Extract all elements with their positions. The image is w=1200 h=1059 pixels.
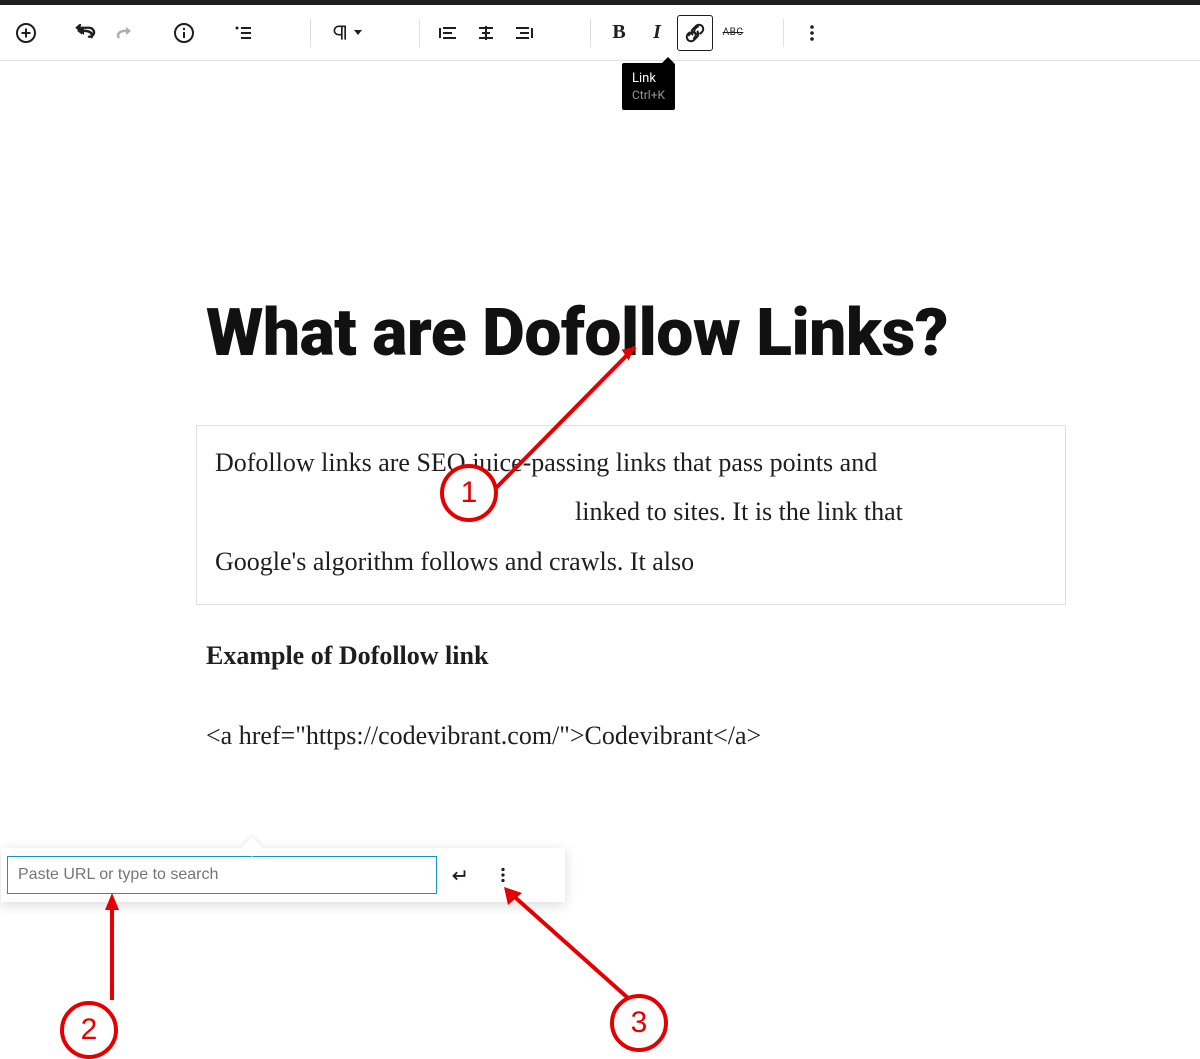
annotation-circle-1: 1	[440, 464, 498, 522]
annotation-circle-3: 3	[610, 994, 668, 1052]
annotation-circle-2: 2	[60, 1001, 118, 1059]
link-url-input[interactable]	[7, 856, 437, 894]
editor-canvas: What are Dofollow Links? Dofollow links …	[0, 291, 1200, 751]
strikethrough-label: ABC	[723, 27, 744, 38]
link-tooltip: Link Ctrl+K	[622, 63, 675, 110]
enter-icon	[448, 864, 470, 886]
annotation-number: 1	[440, 464, 498, 522]
toolbar-separator	[783, 19, 784, 47]
block-nav-button[interactable]	[226, 15, 262, 51]
annotation-number: 3	[610, 994, 668, 1052]
bold-button[interactable]: B	[601, 15, 637, 51]
paragraph-block-button[interactable]	[321, 15, 371, 51]
toolbar-separator	[590, 19, 591, 47]
info-button[interactable]	[166, 15, 202, 51]
strikethrough-button[interactable]: ABC	[715, 15, 751, 51]
chevron-down-icon	[354, 30, 362, 35]
more-vertical-icon	[800, 21, 824, 45]
italic-button[interactable]: I	[639, 15, 675, 51]
link-url-popover	[1, 848, 565, 902]
tooltip-title: Link	[632, 71, 665, 86]
editor-toolbar: B I ABC	[0, 5, 1200, 61]
align-right-button[interactable]	[506, 15, 542, 51]
subheading-block[interactable]: Example of Dofollow link	[206, 641, 1200, 671]
link-button[interactable]	[677, 15, 713, 51]
paragraph-line: Google's algorithm follows and crawls. I…	[215, 537, 1047, 586]
add-block-button[interactable]	[8, 15, 44, 51]
link-icon	[683, 21, 707, 45]
undo-button[interactable]	[68, 15, 104, 51]
annotation-arrow	[490, 331, 670, 501]
align-left-button[interactable]	[430, 15, 466, 51]
toolbar-separator	[419, 19, 420, 47]
code-example-block[interactable]: <a href="https://codevibrant.com/">Codev…	[206, 721, 1200, 751]
annotation-arrow	[95, 888, 155, 1008]
align-center-button[interactable]	[468, 15, 504, 51]
redo-button[interactable]	[106, 15, 142, 51]
tooltip-shortcut: Ctrl+K	[632, 88, 665, 102]
link-apply-button[interactable]	[437, 848, 481, 902]
toolbar-separator	[310, 19, 311, 47]
annotation-number: 2	[60, 1001, 118, 1059]
more-options-button[interactable]	[794, 15, 830, 51]
